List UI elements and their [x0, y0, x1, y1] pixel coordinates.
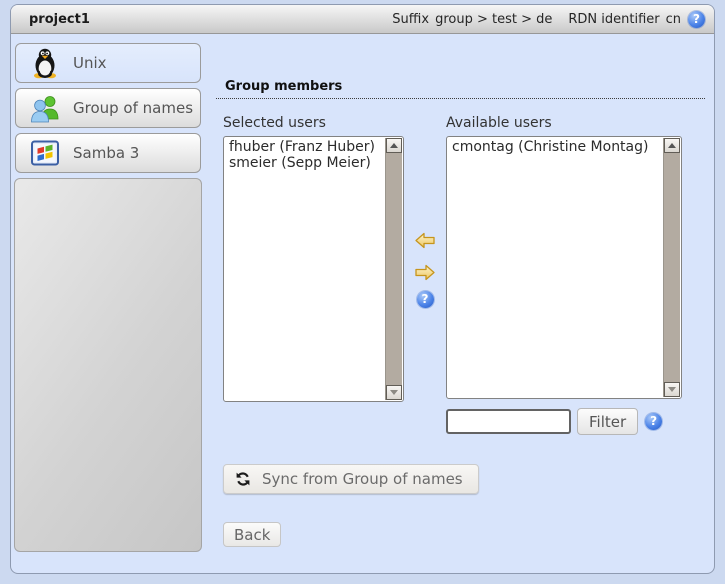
list-item[interactable]: fhuber (Franz Huber): [229, 139, 381, 155]
group-of-names-icon: [29, 92, 61, 124]
right-arrow-icon: [415, 264, 435, 281]
left-arrow-icon: [415, 232, 435, 249]
suffix-value[interactable]: group > test > de: [435, 12, 552, 27]
selected-users-column: Selected users fhuber (Franz Huber) smei…: [223, 115, 404, 435]
tux-icon: [29, 47, 61, 79]
available-users-label: Available users: [446, 115, 682, 131]
title-bar: project1 Suffix group > test > de RDN id…: [11, 5, 714, 34]
move-left-button[interactable]: [415, 232, 435, 249]
rdn-identifier-label: RDN identifier: [568, 12, 659, 27]
account-edit-dialog: project1 Suffix group > test > de RDN id…: [10, 4, 715, 574]
help-icon[interactable]: ?: [417, 291, 434, 308]
tab-unix-label: Unix: [73, 54, 107, 72]
scroll-up-button[interactable]: [386, 138, 402, 153]
triangle-down-icon: [390, 390, 398, 395]
sync-row: Sync from Group of names: [223, 464, 705, 494]
sync-icon: [235, 471, 251, 487]
tab-group-of-names-label: Group of names: [73, 99, 193, 117]
available-users-column: Available users cmontag (Christine Monta…: [446, 115, 682, 435]
sync-from-group-of-names-button[interactable]: Sync from Group of names: [223, 464, 479, 494]
triangle-up-icon: [668, 143, 676, 148]
back-row: Back: [223, 522, 705, 547]
scroll-down-button[interactable]: [664, 382, 680, 397]
section-title: Group members: [216, 79, 705, 99]
list-item[interactable]: smeier (Sepp Meier): [229, 155, 381, 171]
dialog-body: Unix Group of names: [11, 34, 714, 574]
scrollbar[interactable]: [385, 138, 402, 400]
scroll-up-button[interactable]: [664, 138, 680, 153]
rdn-identifier-value[interactable]: cn: [666, 12, 681, 27]
suffix-label: Suffix: [392, 12, 429, 27]
tab-samba3[interactable]: Samba 3: [15, 133, 201, 173]
tab-unix[interactable]: Unix: [15, 43, 201, 83]
sidebar-empty-panel: [14, 178, 202, 552]
module-tab-list: Unix Group of names: [11, 34, 206, 574]
header-settings: Suffix group > test > de RDN identifier …: [392, 11, 714, 28]
list-item[interactable]: cmontag (Christine Montag): [452, 139, 659, 155]
move-right-button[interactable]: [415, 264, 435, 281]
available-users-listbox[interactable]: cmontag (Christine Montag): [446, 136, 682, 399]
scrollbar[interactable]: [663, 138, 680, 397]
available-users-items: cmontag (Christine Montag): [447, 137, 681, 157]
selected-users-listbox[interactable]: fhuber (Franz Huber) smeier (Sepp Meier): [223, 136, 404, 402]
page-title: project1: [11, 12, 90, 27]
triangle-down-icon: [668, 387, 676, 392]
filter-row: Filter ?: [446, 408, 682, 435]
move-buttons-column: ?: [404, 115, 446, 435]
help-icon[interactable]: ?: [645, 413, 662, 430]
samba-windows-icon: [29, 137, 61, 169]
selected-users-items: fhuber (Franz Huber) smeier (Sepp Meier): [224, 137, 403, 173]
help-icon[interactable]: ?: [688, 11, 705, 28]
filter-input[interactable]: [446, 409, 571, 434]
tab-group-of-names[interactable]: Group of names: [15, 88, 201, 128]
selected-users-label: Selected users: [223, 115, 404, 131]
group-members-page: Group members Selected users fhuber (Fra…: [206, 34, 714, 574]
tab-samba3-label: Samba 3: [73, 144, 139, 162]
filter-button[interactable]: Filter: [577, 408, 638, 435]
scroll-down-button[interactable]: [386, 385, 402, 400]
back-button[interactable]: Back: [223, 522, 281, 547]
sync-button-label: Sync from Group of names: [262, 470, 463, 488]
triangle-up-icon: [390, 143, 398, 148]
user-selection-area: Selected users fhuber (Franz Huber) smei…: [223, 115, 705, 435]
